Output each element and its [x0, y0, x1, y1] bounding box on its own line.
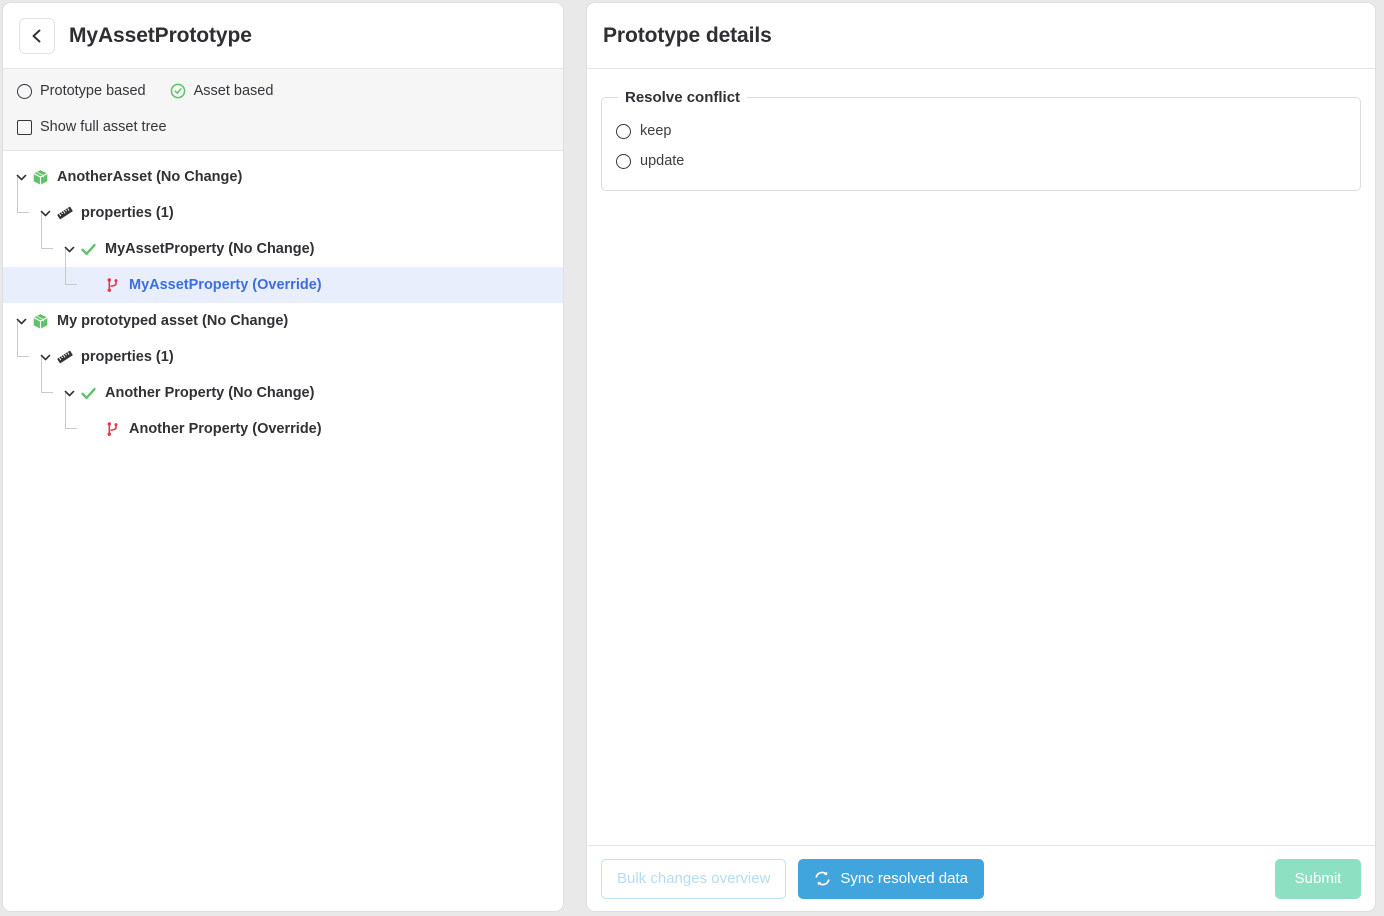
- radio-update-label: update: [640, 153, 685, 169]
- submit-label: Submit: [1294, 870, 1342, 887]
- bulk-changes-overview-label: Bulk changes overview: [617, 870, 771, 887]
- radio-unchecked-icon: [616, 153, 631, 169]
- radio-checked-green-icon: [170, 83, 186, 99]
- tree-connector: [35, 357, 59, 411]
- left-panel-header: MyAssetPrototype: [3, 3, 563, 69]
- red-branch-icon: [103, 420, 122, 439]
- sync-resolved-data-label: Sync resolved data: [840, 870, 968, 887]
- right-panel-header: Prototype details: [587, 3, 1375, 69]
- details-footer: Bulk changes overview Sync resolved data…: [587, 845, 1375, 911]
- tree-connector: [11, 321, 35, 375]
- chevron-left-icon: [29, 28, 45, 44]
- resolve-conflict-legend: Resolve conflict: [625, 89, 741, 106]
- ruler-icon: [55, 204, 74, 223]
- tree-row[interactable]: Another Property (Override): [3, 393, 563, 447]
- tree-node-label: Another Property (Override): [129, 420, 322, 437]
- chevron-down-icon[interactable]: [35, 207, 55, 220]
- radio-asset-based-label: Asset based: [193, 83, 274, 99]
- chevron-down-icon[interactable]: [11, 171, 31, 184]
- tree-indent: [3, 321, 35, 375]
- radio-keep[interactable]: keep: [616, 116, 1346, 146]
- tree-row[interactable]: Another Property (No Change): [3, 357, 563, 411]
- green-check-icon: [79, 240, 98, 259]
- tree-node-label: MyAssetProperty (No Change): [105, 240, 315, 257]
- mode-radio-group: Prototype based Asset based: [17, 79, 549, 103]
- radio-asset-based[interactable]: Asset based: [170, 83, 274, 99]
- tree-indent: [3, 393, 83, 447]
- radio-prototype-based-label: Prototype based: [40, 83, 146, 99]
- tree-node-label: Another Property (No Change): [105, 384, 315, 401]
- green-cube-icon: [31, 168, 50, 187]
- ruler-icon: [55, 348, 74, 367]
- tree-node-label: properties (1): [81, 348, 174, 365]
- tree-row[interactable]: properties (1): [3, 177, 563, 231]
- prototype-details-panel: Prototype details Resolve conflict keep …: [586, 2, 1376, 912]
- tree-row[interactable]: AnotherAsset (No Change): [3, 159, 563, 195]
- tree-toolbar: Prototype based Asset based Show full as…: [3, 69, 563, 151]
- details-body: Resolve conflict keep update: [587, 69, 1375, 845]
- sync-resolved-data-button[interactable]: Sync resolved data: [798, 858, 984, 899]
- tree-row[interactable]: MyAssetProperty (Override): [3, 249, 563, 303]
- radio-unchecked-icon: [17, 83, 32, 99]
- resolve-conflict-fieldset: Resolve conflict keep update: [601, 89, 1361, 191]
- tree-node-label: MyAssetProperty (Override): [129, 276, 322, 293]
- tree-indent: [3, 177, 35, 231]
- radio-prototype-based[interactable]: Prototype based: [17, 83, 146, 99]
- app-root: MyAssetPrototype Prototype based Asset b…: [0, 0, 1384, 916]
- checkbox-show-full-asset-tree-label: Show full asset tree: [40, 119, 167, 135]
- tree-connector: [11, 177, 35, 231]
- tree-row[interactable]: My prototyped asset (No Change): [3, 303, 563, 339]
- checkbox-show-full-asset-tree[interactable]: Show full asset tree: [17, 119, 167, 135]
- green-cube-icon: [31, 312, 50, 331]
- show-full-asset-tree-row: Show full asset tree: [17, 115, 549, 139]
- page-title: MyAssetPrototype: [69, 23, 252, 47]
- tree-row[interactable]: properties (1): [3, 321, 563, 375]
- tree-indent: [3, 249, 83, 303]
- tree-indent: [3, 213, 59, 267]
- red-branch-icon: [103, 276, 122, 295]
- radio-keep-label: keep: [640, 123, 672, 139]
- tree-connector: [35, 213, 59, 267]
- tree-node-label: properties (1): [81, 204, 174, 221]
- bulk-changes-overview-button[interactable]: Bulk changes overview: [601, 858, 787, 899]
- tree-node-label: AnotherAsset (No Change): [57, 168, 243, 185]
- submit-button[interactable]: Submit: [1275, 858, 1361, 899]
- chevron-down-icon[interactable]: [59, 387, 79, 400]
- checkbox-unchecked-icon: [17, 119, 32, 135]
- tree-node-label: My prototyped asset (No Change): [57, 312, 289, 329]
- radio-unchecked-icon: [616, 123, 631, 139]
- chevron-down-icon[interactable]: [35, 351, 55, 364]
- asset-tree-panel: MyAssetPrototype Prototype based Asset b…: [2, 2, 564, 912]
- tree-indent: [3, 357, 59, 411]
- back-button[interactable]: [19, 17, 55, 54]
- chevron-down-icon[interactable]: [59, 243, 79, 256]
- chevron-down-icon[interactable]: [11, 315, 31, 328]
- sync-icon: [814, 870, 831, 887]
- tree-connector: [59, 393, 83, 447]
- tree-connector: [59, 249, 83, 303]
- asset-tree[interactable]: AnotherAsset (No Change) properties (1) My…: [3, 151, 563, 911]
- tree-row[interactable]: MyAssetProperty (No Change): [3, 213, 563, 267]
- green-check-icon: [79, 384, 98, 403]
- radio-update[interactable]: update: [616, 146, 1346, 176]
- details-title: Prototype details: [603, 23, 772, 47]
